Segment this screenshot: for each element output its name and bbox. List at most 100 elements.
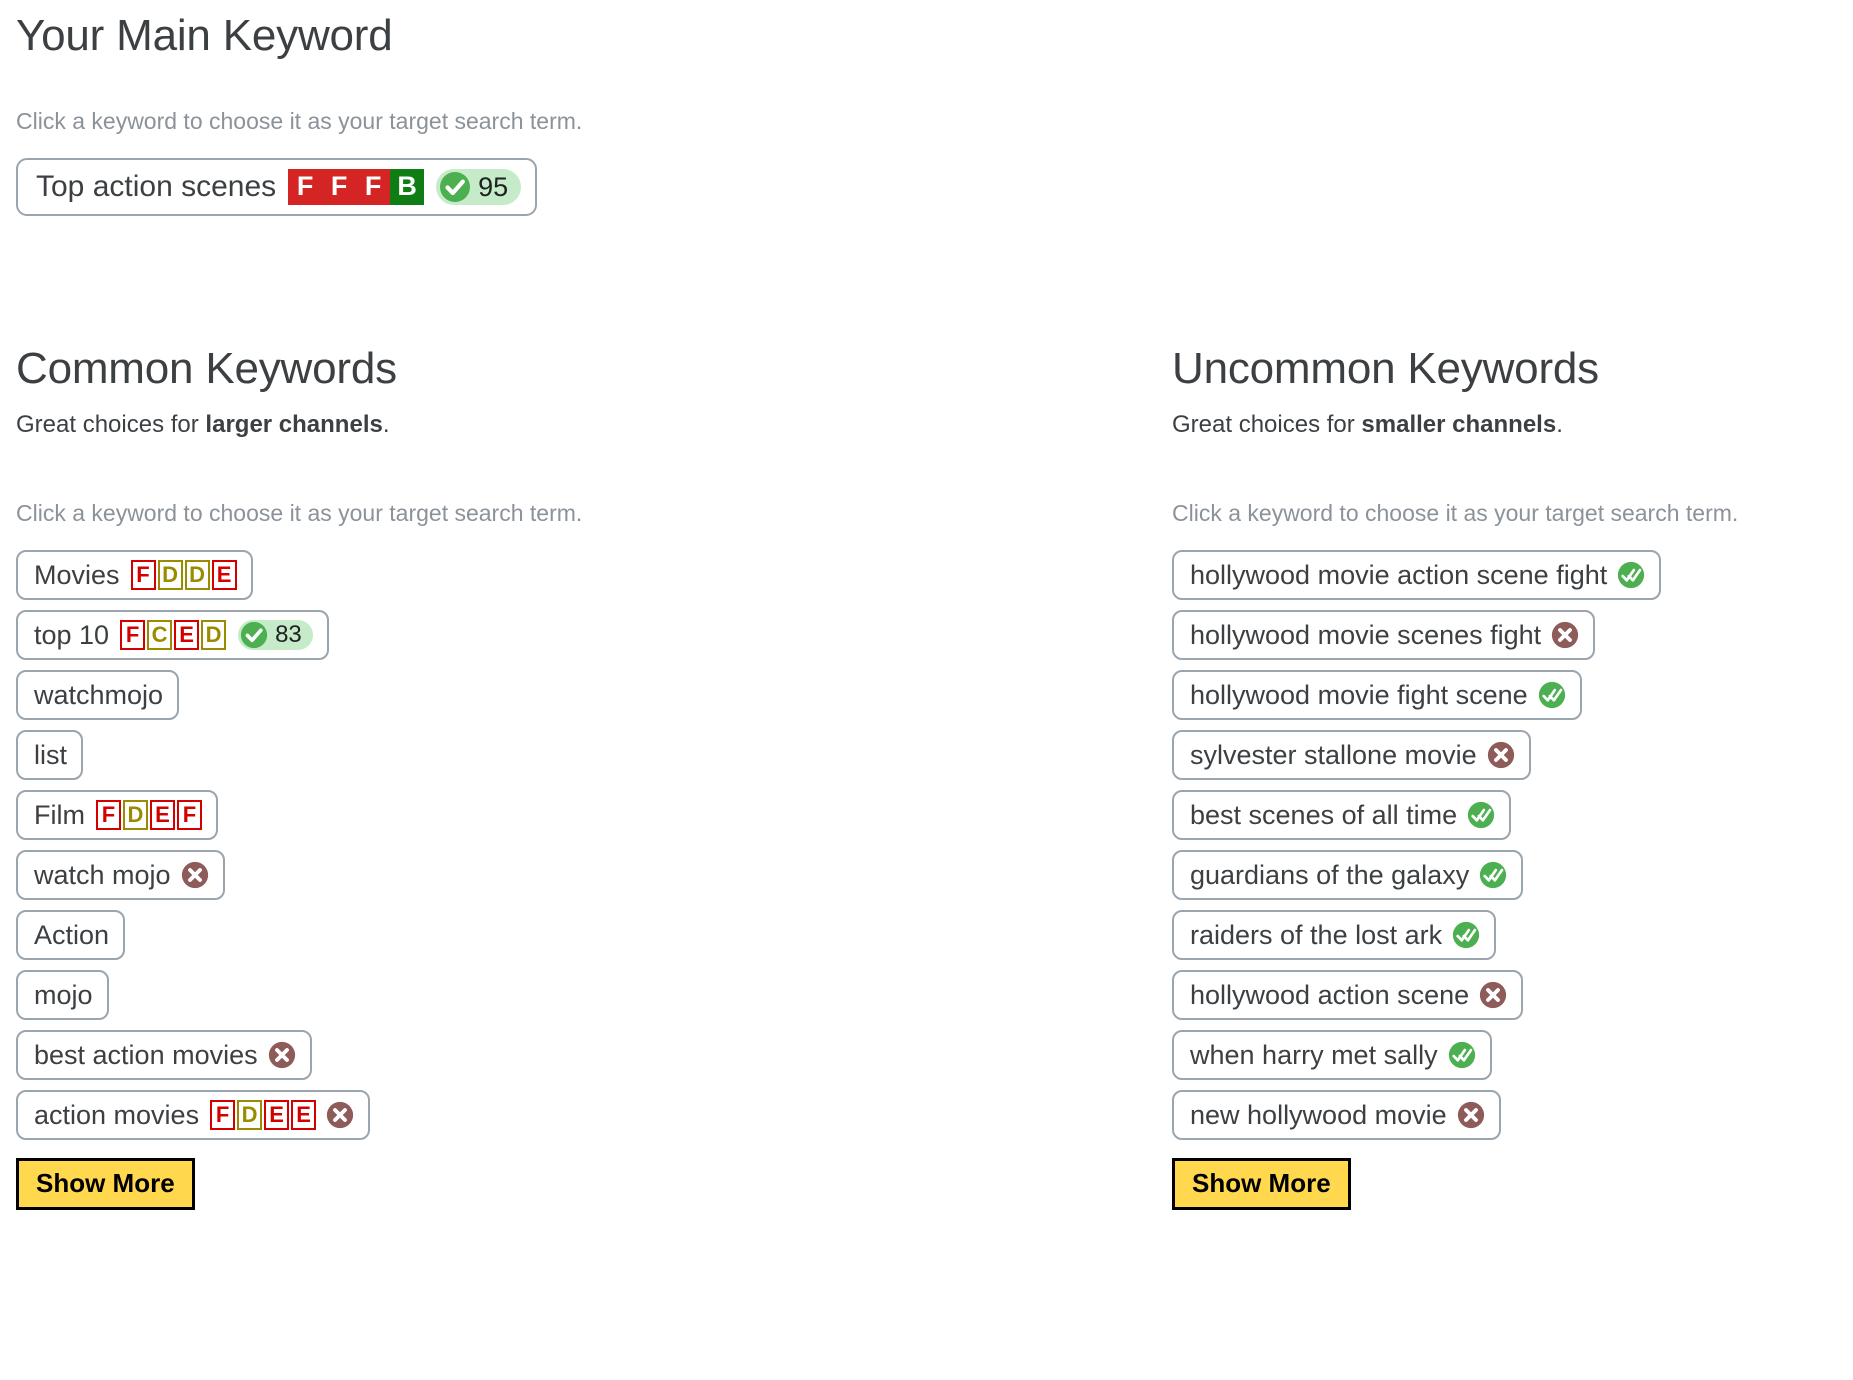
keyword-chip[interactable]: guardians of the galaxy: [1172, 849, 1524, 900]
check-circle-icon: [439, 171, 471, 203]
keyword-chip[interactable]: Action: [16, 909, 126, 960]
keyword-chip[interactable]: mojo: [16, 969, 109, 1020]
grade-badge: F: [120, 619, 146, 650]
keyword-chip-label: hollywood action scene: [1190, 979, 1470, 1010]
common-keywords-title: Common Keywords: [16, 344, 397, 393]
keyword-chip-row: best scenes of all time: [1172, 789, 1853, 840]
common-keyword-list: Movies F D D Etop 10 F C E D 83 watchmojo list Film F…: [16, 549, 916, 1140]
double-check-circle-icon: [1479, 861, 1507, 889]
double-check-circle-icon: [1452, 921, 1480, 949]
check-circle-icon: [240, 621, 268, 649]
grade-badge: F: [288, 168, 323, 205]
double-check-circle-icon: [1448, 1041, 1476, 1069]
grade-badge: D: [201, 619, 227, 650]
keyword-chip[interactable]: best action movies: [16, 1029, 312, 1080]
double-check-circle-icon: [1617, 561, 1645, 589]
uncommon-keywords-section: Uncommon Keywords Great choices for smal…: [1172, 344, 1853, 1210]
score-pill: 83: [238, 619, 313, 650]
keyword-chip[interactable]: best scenes of all time: [1172, 789, 1512, 840]
keyword-chip[interactable]: hollywood movie fight scene: [1172, 669, 1582, 720]
keyword-chip-row: hollywood movie action scene fight: [1172, 549, 1853, 600]
score-pill: 95: [436, 168, 522, 205]
keyword-chip[interactable]: when harry met sally: [1172, 1029, 1492, 1080]
keyword-chip[interactable]: hollywood movie action scene fight: [1172, 549, 1662, 600]
keyword-chip-label: best scenes of all time: [1190, 799, 1458, 830]
common-keywords-subtitle: Great choices for larger channels.: [16, 411, 916, 440]
common-keywords-section: Common Keywords Great choices for larger…: [16, 344, 916, 1210]
keyword-chip-label: Film: [34, 799, 85, 830]
double-check-circle-icon: [1467, 801, 1495, 829]
keyword-chip[interactable]: raiders of the lost ark: [1172, 909, 1497, 960]
keyword-chip[interactable]: list: [16, 729, 83, 780]
grade-badge: E: [264, 1099, 290, 1130]
keyword-chip-label: Top action scenes: [36, 169, 277, 203]
keyword-chip[interactable]: new hollywood movie: [1172, 1089, 1501, 1140]
keyword-chip-label: guardians of the galaxy: [1190, 859, 1470, 890]
uncommon-keywords-title: Uncommon Keywords: [1172, 344, 1599, 393]
grade-badge: E: [211, 559, 237, 590]
common-subtitle-bold: larger channels: [205, 411, 383, 439]
keyword-chip[interactable]: action movies F D E E: [16, 1089, 371, 1140]
uncommon-keywords-hint: Click a keyword to choose it as your tar…: [1172, 500, 1739, 527]
keyword-chip-label: Movies: [34, 559, 120, 590]
x-circle-icon: [1551, 621, 1579, 649]
keyword-chip[interactable]: watch mojo: [16, 849, 225, 900]
score-value: 95: [478, 171, 509, 202]
keyword-chip-row: raiders of the lost ark: [1172, 909, 1853, 960]
keyword-chip-label: top 10: [34, 619, 110, 650]
grade-badge: F: [130, 559, 156, 590]
x-circle-icon: [181, 861, 209, 889]
keyword-chip-row: mojo: [16, 969, 916, 1020]
x-circle-icon: [1487, 741, 1515, 769]
keyword-chip-label: watch mojo: [34, 859, 171, 890]
keyword-chip-row: Top action scenes F F F B 95: [16, 157, 582, 216]
x-circle-icon: [326, 1101, 354, 1129]
grade-badge-group: FDEE: [210, 1099, 317, 1130]
keyword-chip[interactable]: top 10 F C E D 83: [16, 609, 329, 660]
grade-badge: F: [322, 168, 357, 205]
main-keyword-chip-slot: Top action scenes F F F B 95: [16, 157, 582, 216]
keyword-chip-label: new hollywood movie: [1190, 1099, 1447, 1130]
grade-badge: D: [122, 799, 148, 830]
common-keywords-hint: Click a keyword to choose it as your tar…: [16, 500, 583, 527]
keyword-chip[interactable]: Movies F D D E: [16, 549, 253, 600]
common-subtitle-suffix: .: [382, 411, 390, 439]
main-keyword-section: Your Main Keyword Click a keyword to cho…: [16, 11, 582, 226]
keyword-chip-row: action movies F D E E: [16, 1089, 916, 1140]
grade-badge: E: [149, 799, 175, 830]
keyword-chip[interactable]: hollywood action scene: [1172, 969, 1524, 1020]
keyword-chip-label: mojo: [34, 979, 93, 1010]
grade-badge: C: [147, 619, 173, 650]
keyword-chip-label: when harry met sally: [1190, 1039, 1438, 1070]
keyword-chip-label: sylvester stallone movie: [1190, 739, 1477, 770]
main-keyword-title: Your Main Keyword: [16, 11, 393, 60]
double-check-circle-icon: [1538, 681, 1566, 709]
keyword-chip-row: top 10 F C E D 83: [16, 609, 916, 660]
keyword-chip-label: hollywood movie action scene fight: [1190, 559, 1608, 590]
keyword-chip[interactable]: watchmojo: [16, 669, 180, 720]
keyword-chip-label: raiders of the lost ark: [1190, 919, 1443, 950]
common-show-more-button[interactable]: Show More: [16, 1157, 195, 1210]
keyword-chip[interactable]: Film F D E F: [16, 789, 218, 840]
keyword-chip-row: Action: [16, 909, 916, 960]
grade-badge: D: [237, 1099, 263, 1130]
keyword-chip-label: action movies: [34, 1099, 200, 1130]
keyword-chip-row: hollywood action scene: [1172, 969, 1853, 1020]
keyword-chip[interactable]: hollywood movie scenes fight: [1172, 609, 1596, 660]
uncommon-show-more-button[interactable]: Show More: [1172, 1157, 1351, 1210]
keyword-chip-row: new hollywood movie: [1172, 1089, 1853, 1140]
keyword-chip-label: watchmojo: [34, 679, 164, 710]
x-circle-icon: [1479, 981, 1507, 1009]
main-keyword-chip[interactable]: Top action scenes F F F B 95: [16, 157, 538, 216]
grade-badge: B: [390, 168, 425, 205]
uncommon-keyword-list: hollywood movie action scene fight hollyw…: [1172, 549, 1853, 1140]
grade-badge: F: [210, 1099, 236, 1130]
keyword-chip-row: watch mojo: [16, 849, 916, 900]
keyword-chip[interactable]: sylvester stallone movie: [1172, 729, 1531, 780]
keyword-research-page: Your Main Keyword Click a keyword to cho…: [0, 0, 1853, 1380]
keyword-chip-row: hollywood movie fight scene: [1172, 669, 1853, 720]
keyword-chip-row: Film F D E F: [16, 789, 916, 840]
keyword-chip-row: watchmojo: [16, 669, 916, 720]
common-subtitle-prefix: Great choices for: [16, 411, 206, 439]
grade-badge: E: [174, 619, 200, 650]
